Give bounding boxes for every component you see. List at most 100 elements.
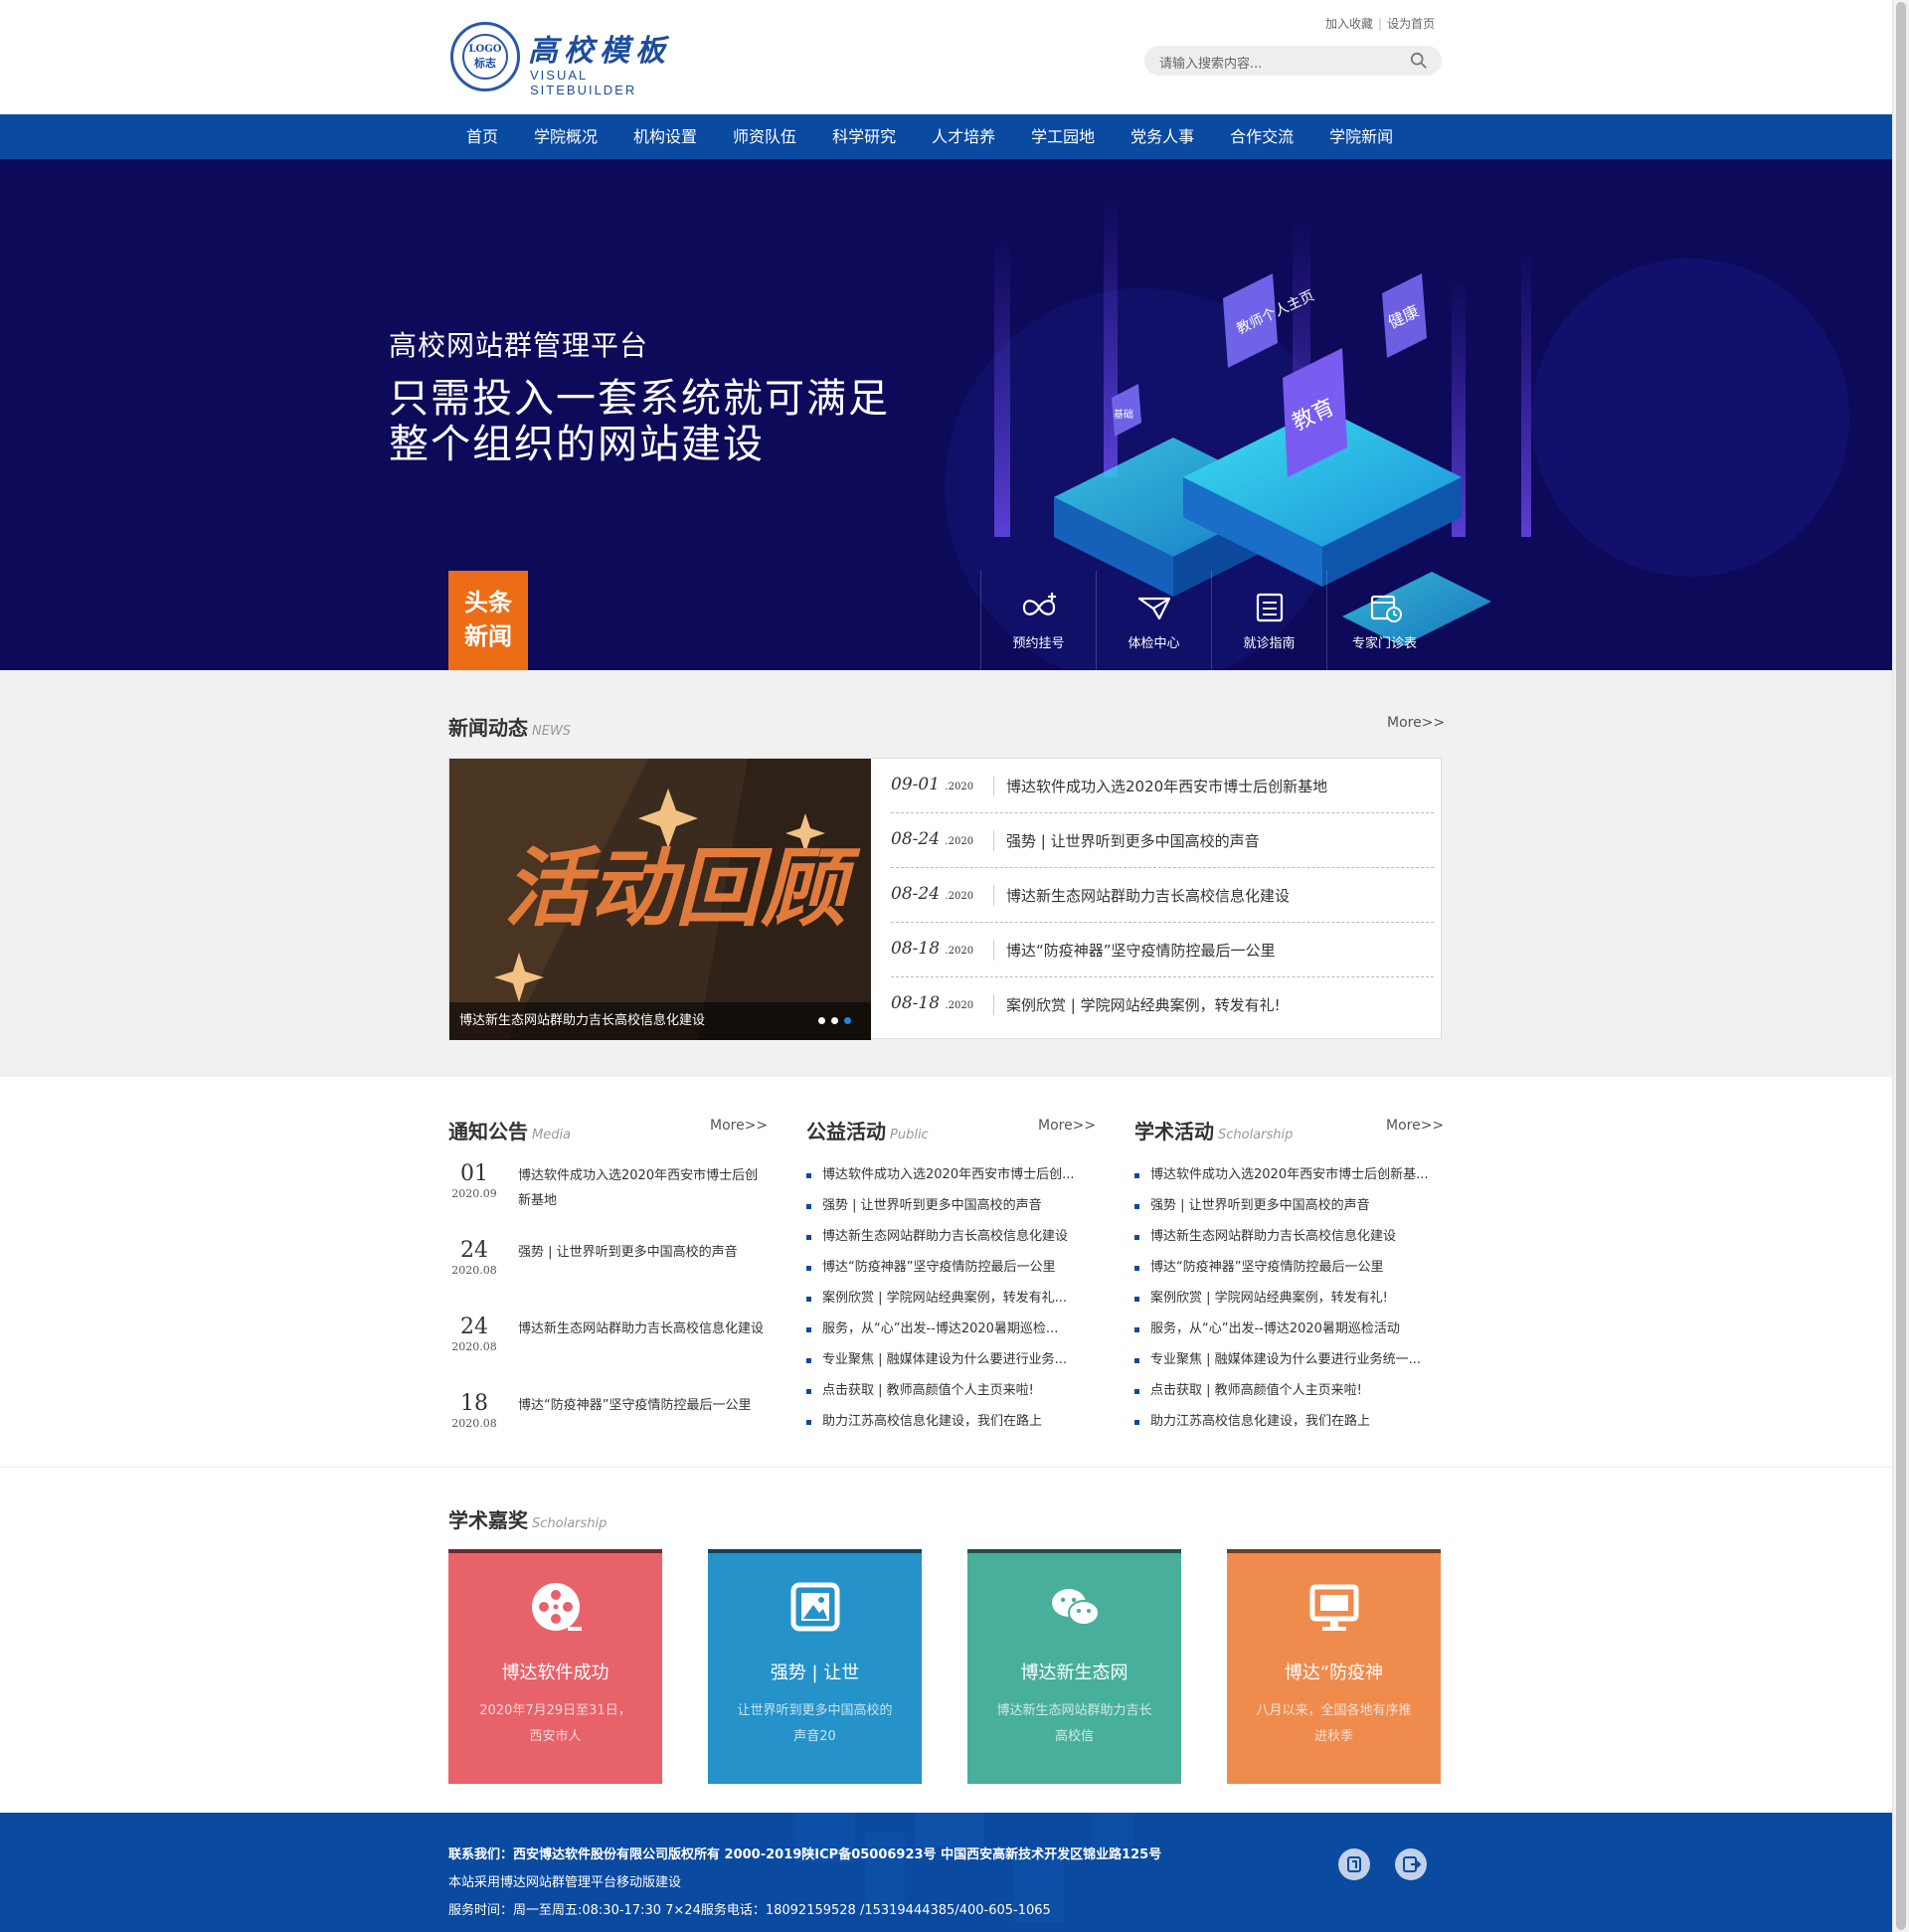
list-item[interactable]: 博达“防疫神器”坚守疫情防控最后一公里 [1134, 1252, 1443, 1283]
notice-title: 博达软件成功入选2020年西安市博士后创新基地 [518, 1168, 759, 1208]
news-date: 09-01 .2020 [891, 775, 994, 796]
exit-icon[interactable] [1395, 1848, 1427, 1880]
list-item[interactable]: 服务，从“心”出发--博达2020暑期巡检活动 [1134, 1314, 1443, 1344]
main-nav: 首页 学院概况 机构设置 师资队伍 科学研究 人才培养 学工园地 党务人事 合作… [0, 114, 1892, 159]
search-input[interactable]: 请输入搜索内容... [1159, 53, 1262, 72]
list-item[interactable]: 案例欣赏 | 学院网站经典案例，转发有礼! [1134, 1283, 1443, 1314]
quick-link-expert[interactable]: 专家门诊表 [1326, 571, 1442, 670]
quick-link-label: 就诊指南 [1243, 635, 1296, 651]
news-more-link[interactable]: More>> [1387, 715, 1445, 731]
news-carousel-caption: 博达新生态网站群助力吉长高校信息化建设 [449, 1002, 871, 1040]
nav-item-student[interactable]: 学工园地 [1013, 114, 1113, 159]
list-item[interactable]: 助力江苏高校信息化建设，我们在路上 [1134, 1406, 1443, 1437]
notice-title: 博达新生态网站群助力吉长高校信息化建设 [518, 1321, 765, 1336]
badge-line2: 新闻 [464, 622, 512, 650]
quick-link-appointment[interactable]: 预约挂号 [980, 571, 1096, 670]
public-list: 博达软件成功入选2020年西安市博士后创... 强势 | 让世界听到更多中国高校… [806, 1159, 1095, 1437]
list-item[interactable]: 专业聚焦 | 融媒体建设为什么要进行业务统一... [1134, 1344, 1443, 1375]
carousel-dot[interactable] [818, 1017, 825, 1024]
list-item[interactable]: 博达软件成功入选2020年西安市博士后创新基... [1134, 1159, 1443, 1190]
list-item[interactable]: 点击获取 | 教师高颜值个人主页来啦! [1134, 1375, 1443, 1406]
list-item[interactable]: 强势 | 让世界听到更多中国高校的声音 [806, 1190, 1095, 1221]
notice-day: 18 [460, 1391, 488, 1416]
nav-item-faculty[interactable]: 师资队伍 [715, 114, 814, 159]
academic-more-link[interactable]: More>> [1386, 1118, 1444, 1134]
badge-line1: 头条 [464, 589, 512, 616]
award-card-desc: 博达新生态网站群助力吉长高校信 [996, 1703, 1152, 1744]
academic-section-title: 学术活动 Scholarship [1134, 1120, 1294, 1143]
notice-month: 2020.08 [451, 1340, 497, 1353]
award-card[interactable]: 博达新生态网 博达新生态网站群助力吉长高校信 [967, 1549, 1181, 1784]
footer: 联系我们：西安博达软件股份有限公司版权所有 2000-2019陕ICP备0500… [0, 1813, 1892, 1932]
public-section-title-en: Public [890, 1128, 929, 1142]
list-item[interactable]: 助力江苏高校信息化建设，我们在路上 [806, 1406, 1095, 1437]
nav-item-research[interactable]: 科学研究 [814, 114, 914, 159]
notice-item[interactable]: 18 2020.08 博达“防疫神器”坚守疫情防控最后一公里 [448, 1391, 767, 1461]
list-item[interactable]: 博达新生态网站群助力吉长高校信息化建设 [806, 1221, 1095, 1252]
notice-section-title-en: Media [532, 1128, 572, 1142]
quick-link-checkup[interactable]: 体检中心 [1096, 571, 1211, 670]
page-scrollbar[interactable] [1892, 0, 1909, 1932]
news-carousel-image: 活动回顾 [449, 759, 871, 1040]
news-item[interactable]: 08-18 .2020 博达“防疫神器”坚守疫情防控最后一公里 [891, 923, 1434, 977]
awards-section-title: 学术嘉奖 Scholarship [448, 1508, 607, 1532]
send-icon [1137, 597, 1170, 619]
headline-news-badge[interactable]: 头条 新闻 [448, 571, 528, 670]
scrollbar-thumb[interactable] [1896, 2, 1906, 1930]
award-card-title: 博达“防疫神 [1284, 1663, 1384, 1683]
nav-item-home[interactable]: 首页 [448, 114, 516, 159]
list-item[interactable]: 博达“防疫神器”坚守疫情防控最后一公里 [806, 1252, 1095, 1283]
list-item[interactable]: 服务，从“心”出发--博达2020暑期巡检... [806, 1314, 1095, 1344]
site-title: 高校模板 [528, 34, 671, 69]
notice-item[interactable]: 01 2020.09 博达软件成功入选2020年西安市博士后创新基地 [448, 1161, 767, 1231]
nav-item-overview[interactable]: 学院概况 [516, 114, 615, 159]
award-card[interactable]: 博达“防疫神 八月以来，全国各地有序推进秋季 [1227, 1549, 1441, 1784]
top-links: 加入收藏 | 设为首页 [1325, 17, 1436, 31]
footer-contact: 联系我们：西安博达软件股份有限公司版权所有 2000-2019陕ICP备0500… [448, 1847, 1162, 1862]
logo-emblem: LOGO 标志 [450, 22, 520, 91]
list-item[interactable]: 强势 | 让世界听到更多中国高校的声音 [1134, 1190, 1443, 1221]
notice-item[interactable]: 24 2020.08 博达新生态网站群助力吉长高校信息化建设 [448, 1315, 767, 1384]
nav-item-party[interactable]: 党务人事 [1113, 114, 1212, 159]
public-more-link[interactable]: More>> [1038, 1118, 1096, 1134]
nav-item-news[interactable]: 学院新闻 [1311, 114, 1411, 159]
search-box[interactable]: 请输入搜索内容... [1144, 46, 1442, 76]
news-item[interactable]: 08-18 .2020 案例欣赏 | 学院网站经典案例，转发有礼! [891, 977, 1434, 1032]
award-card[interactable]: 强势 | 让世 让世界听到更多中国高校的声音20 [708, 1549, 922, 1784]
news-carousel[interactable]: 活动回顾 博达新生态网站群助力吉长高校信息化建设 [449, 759, 871, 1040]
notice-more-link[interactable]: More>> [710, 1118, 768, 1134]
banner-headline-line1: 只需投入一套系统就可满足 [389, 376, 890, 422]
nav-item-org[interactable]: 机构设置 [615, 114, 715, 159]
news-item[interactable]: 08-24 .2020 博达新生态网站群助力吉长高校信息化建设 [891, 868, 1434, 923]
nav-item-cooperation[interactable]: 合作交流 [1212, 114, 1311, 159]
set-homepage-link[interactable]: 设为首页 [1387, 17, 1435, 31]
notice-title: 博达“防疫神器”坚守疫情防控最后一公里 [518, 1398, 752, 1413]
news-section-title-en: NEWS [532, 724, 572, 739]
academic-section-title-en: Scholarship [1218, 1128, 1294, 1142]
carousel-dot-active[interactable] [844, 1017, 851, 1024]
quick-link-guide[interactable]: 就诊指南 [1211, 571, 1326, 670]
add-favorite-link[interactable]: 加入收藏 [1325, 17, 1373, 31]
list-item[interactable]: 案例欣赏 | 学院网站经典案例，转发有礼... [806, 1283, 1095, 1314]
bookmark-icon[interactable] [1338, 1848, 1370, 1880]
list-item[interactable]: 专业聚焦 | 融媒体建设为什么要进行业务... [806, 1344, 1095, 1375]
notice-item[interactable]: 24 2020.08 强势 | 让世界听到更多中国高校的声音 [448, 1238, 767, 1308]
list-item[interactable]: 博达新生态网站群助力吉长高校信息化建设 [1134, 1221, 1443, 1252]
search-icon[interactable] [1410, 52, 1428, 70]
quick-link-label: 预约挂号 [1012, 635, 1065, 651]
notice-day: 01 [460, 1161, 488, 1186]
banner-headline-line2: 整个组织的网站建设 [389, 422, 765, 467]
award-card[interactable]: 博达软件成功 2020年7月29日至31日，西安市人 [448, 1549, 662, 1784]
site-logo[interactable]: LOGO 标志 高校模板 VISUAL SITEBUILDER [450, 22, 689, 97]
film-reel-icon [532, 1583, 582, 1631]
news-item[interactable]: 08-24 .2020 强势 | 让世界听到更多中国高校的声音 [891, 813, 1434, 868]
news-item[interactable]: 09-01 .2020 博达软件成功入选2020年西安市博士后创新基地 [891, 759, 1434, 813]
news-date: 08-24 .2020 [891, 829, 994, 851]
notice-month: 2020.09 [451, 1187, 497, 1200]
list-item[interactable]: 博达软件成功入选2020年西安市博士后创... [806, 1159, 1095, 1190]
carousel-dot[interactable] [831, 1017, 838, 1024]
banner-headline: 只需投入一套系统就可满足 整个组织的网站建设 [389, 376, 890, 467]
nav-item-talent[interactable]: 人才培养 [914, 114, 1013, 159]
quick-link-label: 专家门诊表 [1351, 635, 1417, 651]
list-item[interactable]: 点击获取 | 教师高颜值个人主页来啦! [806, 1375, 1095, 1406]
